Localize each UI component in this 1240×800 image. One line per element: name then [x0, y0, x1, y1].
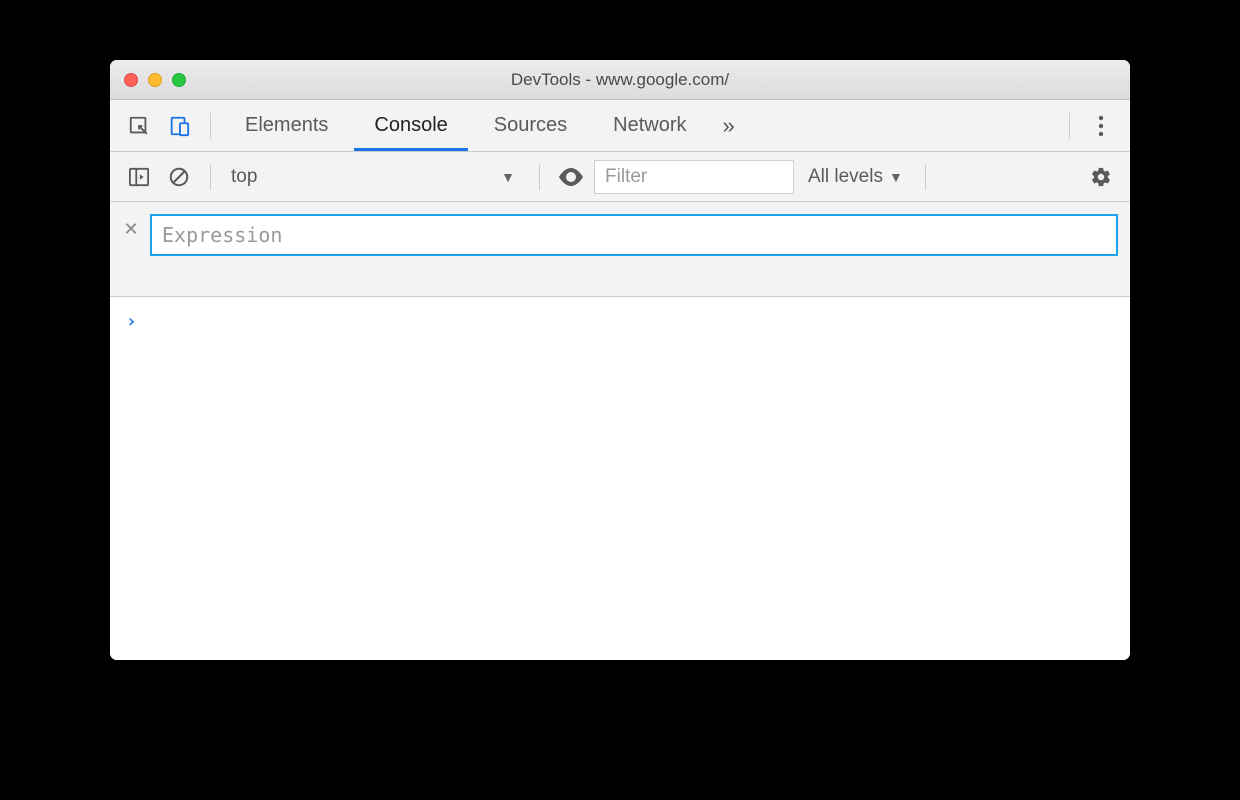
live-expression-eye-icon[interactable] [554, 160, 588, 194]
device-toolbar-icon[interactable] [162, 109, 196, 143]
window-title: DevTools - www.google.com/ [110, 70, 1130, 90]
console-output-area[interactable]: › [110, 297, 1130, 660]
inspect-element-icon[interactable] [122, 109, 156, 143]
live-expression-bar: ✕ [110, 202, 1130, 297]
minimize-window-button[interactable] [148, 73, 162, 87]
chevron-down-icon: ▼ [501, 169, 515, 185]
chevron-down-icon: ▼ [889, 169, 903, 185]
execution-context-select[interactable]: top ▼ [225, 160, 525, 194]
tab-sources[interactable]: Sources [474, 100, 587, 151]
close-window-button[interactable] [124, 73, 138, 87]
separator [925, 164, 926, 190]
titlebar: DevTools - www.google.com/ [110, 60, 1130, 100]
tab-label: Network [613, 114, 686, 137]
kebab-menu-icon[interactable] [1084, 109, 1118, 143]
toggle-console-sidebar-icon[interactable] [122, 160, 156, 194]
tab-label: Elements [245, 114, 328, 137]
live-expression-input[interactable] [150, 214, 1118, 256]
zoom-window-button[interactable] [172, 73, 186, 87]
main-tab-strip: Elements Console Sources Network » [110, 100, 1130, 152]
tab-label: Sources [494, 114, 567, 137]
clear-console-icon[interactable] [162, 160, 196, 194]
tab-network[interactable]: Network [593, 100, 706, 151]
separator [539, 164, 540, 190]
devtools-window: DevTools - www.google.com/ Elements Cons… [110, 60, 1130, 660]
separator [1069, 113, 1070, 139]
console-settings-gear-icon[interactable] [1084, 160, 1118, 194]
tab-label: Console [374, 114, 447, 137]
log-levels-select[interactable]: All levels ▼ [800, 166, 911, 188]
filter-input[interactable] [594, 160, 794, 194]
separator [210, 113, 211, 139]
more-tabs-button[interactable]: » [713, 113, 743, 139]
traffic-lights [124, 73, 186, 87]
console-toolbar: top ▼ All levels ▼ [110, 152, 1130, 202]
remove-expression-close-icon[interactable]: ✕ [122, 214, 140, 244]
levels-label: All levels [808, 166, 883, 188]
console-prompt-caret-icon: › [126, 311, 137, 332]
separator [210, 164, 211, 190]
tab-console[interactable]: Console [354, 100, 467, 151]
context-label: top [231, 166, 257, 188]
tab-elements[interactable]: Elements [225, 100, 348, 151]
